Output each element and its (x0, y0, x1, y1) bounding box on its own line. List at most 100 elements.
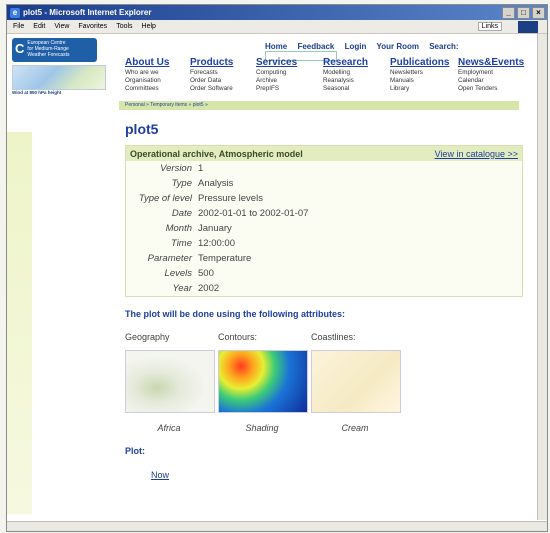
breadcrumb[interactable]: Personal » Temporary items » plot5 » (119, 101, 519, 110)
nav-item[interactable]: Modelling (323, 69, 390, 77)
param-row: Parameter Temperature (126, 251, 522, 266)
main-content: plot5 Operational archive, Atmospheric m… (125, 117, 525, 480)
nav-item[interactable]: Order Data (190, 77, 256, 85)
menu-favorites[interactable]: Favorites (78, 23, 107, 30)
panel-title: Operational archive, Atmospheric model (130, 148, 303, 159)
attributes-row: Geography Africa Contours: Shading Coast… (125, 332, 525, 433)
attr-geography: Geography Africa (125, 332, 218, 433)
param-key: Type of level (138, 193, 192, 204)
nav-item[interactable]: PrepIFS (256, 85, 323, 93)
param-row: Version 1 (126, 161, 522, 176)
param-key: Time (170, 238, 192, 249)
nav-item[interactable]: Reanalysis (323, 77, 390, 85)
param-key: Levels (164, 268, 192, 279)
vertical-scrollbar[interactable] (537, 34, 547, 520)
ecmwf-logo[interactable]: C European Centre for Medium-Range Weath… (12, 38, 97, 62)
nav-head-publications[interactable]: Publications (390, 57, 458, 68)
nav-feedback[interactable]: Feedback (297, 42, 334, 51)
param-key: Date (171, 208, 192, 219)
nav-item[interactable]: Archive (256, 77, 323, 85)
horizontal-scrollbar[interactable] (7, 521, 547, 531)
browser-window: e plot5 - Microsoft Internet Explorer _ … (6, 4, 548, 532)
attributes-heading: The plot will be done using the followin… (125, 309, 345, 319)
nav-head-products[interactable]: Products (190, 57, 256, 68)
nav-head-services[interactable]: Services (256, 57, 323, 68)
nav-login[interactable]: Login (345, 42, 367, 51)
plot-label: Plot: (125, 446, 145, 456)
menu-help[interactable]: Help (142, 23, 156, 30)
window-title: plot5 - Microsoft Internet Explorer (23, 8, 152, 17)
nav-item[interactable]: Committees (125, 85, 190, 93)
nav-head-news[interactable]: News&Events (458, 57, 538, 68)
links-button[interactable]: Links (477, 22, 502, 31)
nav-item[interactable]: Computing (256, 69, 323, 77)
param-key: Parameter (147, 253, 192, 264)
nav-head-research[interactable]: Research (323, 57, 390, 68)
nav-item[interactable]: Open Tenders (458, 85, 538, 93)
ie-icon: e (10, 7, 20, 18)
param-value: January (198, 223, 232, 234)
nav-col-about: About Us Who are we Organisation Committ… (125, 57, 190, 93)
param-key: Version (160, 163, 192, 174)
logo-area: C European Centre for Medium-Range Weath… (12, 38, 107, 98)
nav-item[interactable]: Manuals (390, 77, 458, 85)
maximize-button[interactable]: □ (517, 6, 530, 19)
menu-tools[interactable]: Tools (116, 23, 132, 30)
param-value: 500 (198, 268, 214, 279)
attr-label: Coastlines: (311, 332, 356, 342)
nav-col-publications: Publications Newsletters Manuals Library (390, 57, 458, 93)
nav-home[interactable]: Home (265, 42, 287, 51)
param-key: Type (171, 178, 192, 189)
menu-bar: File Edit View Favorites Tools Help Link… (7, 20, 547, 34)
close-button[interactable]: × (532, 6, 545, 19)
plot-now-link[interactable]: Now (151, 470, 525, 480)
main-nav: About Us Who are we Organisation Committ… (125, 57, 538, 93)
nav-item[interactable]: Forecasts (190, 69, 256, 77)
nav-item[interactable]: Employment (458, 69, 538, 77)
shading-thumbnail[interactable] (218, 350, 308, 413)
param-value: 2002-01-01 to 2002-01-07 (198, 208, 309, 219)
attr-caption: Shading (245, 423, 279, 433)
nav-item[interactable]: Library (390, 85, 458, 93)
nav-col-news: News&Events Employment Calendar Open Ten… (458, 57, 538, 93)
search-label: Search: (429, 42, 459, 51)
param-value: Temperature (198, 253, 252, 264)
archive-panel: Operational archive, Atmospheric model V… (125, 145, 523, 297)
param-value: 1 (198, 163, 204, 174)
attr-contours: Contours: Shading (218, 332, 311, 433)
menu-file[interactable]: File (13, 23, 24, 30)
title-bar: e plot5 - Microsoft Internet Explorer _ … (7, 5, 547, 20)
attr-label: Contours: (218, 332, 258, 342)
nav-head-about[interactable]: About Us (125, 57, 190, 68)
nav-item[interactable]: Order Software (190, 85, 256, 93)
logo-line: Weather Forecasts (27, 52, 70, 58)
param-row: Month January (126, 221, 522, 236)
nav-item[interactable]: Organisation (125, 77, 190, 85)
view-catalogue-link[interactable]: View in catalogue >> (435, 149, 518, 159)
menu-edit[interactable]: Edit (33, 23, 45, 30)
nav-item[interactable]: Newsletters (390, 69, 458, 77)
side-decoration (7, 132, 32, 514)
param-row: Year 2002 (126, 281, 522, 296)
wind-map-thumbnail[interactable] (12, 65, 106, 90)
param-value: 12:00:00 (198, 238, 235, 249)
param-value: Analysis (198, 178, 234, 189)
param-row: Time 12:00:00 (126, 236, 522, 251)
param-row: Type of level Pressure levels (126, 191, 522, 206)
menu-view[interactable]: View (54, 23, 69, 30)
param-row: Date 2002-01-01 to 2002-01-07 (126, 206, 522, 221)
attr-label: Geography (125, 332, 170, 342)
page-content: C European Centre for Medium-Range Weath… (7, 34, 547, 514)
nav-item[interactable]: Seasonal (323, 85, 390, 93)
nav-col-research: Research Modelling Reanalysis Seasonal (323, 57, 390, 93)
cream-coastline-thumbnail[interactable] (311, 350, 401, 413)
nav-item[interactable]: Who are we (125, 69, 190, 77)
africa-map-thumbnail[interactable] (125, 350, 215, 413)
attr-coastlines: Coastlines: Cream (311, 332, 404, 433)
attr-caption: Cream (341, 423, 369, 433)
param-row: Type Analysis (126, 176, 522, 191)
nav-col-products: Products Forecasts Order Data Order Soft… (190, 57, 256, 93)
minimize-button[interactable]: _ (502, 6, 515, 19)
nav-your-room[interactable]: Your Room (376, 42, 419, 51)
nav-item[interactable]: Calendar (458, 77, 538, 85)
